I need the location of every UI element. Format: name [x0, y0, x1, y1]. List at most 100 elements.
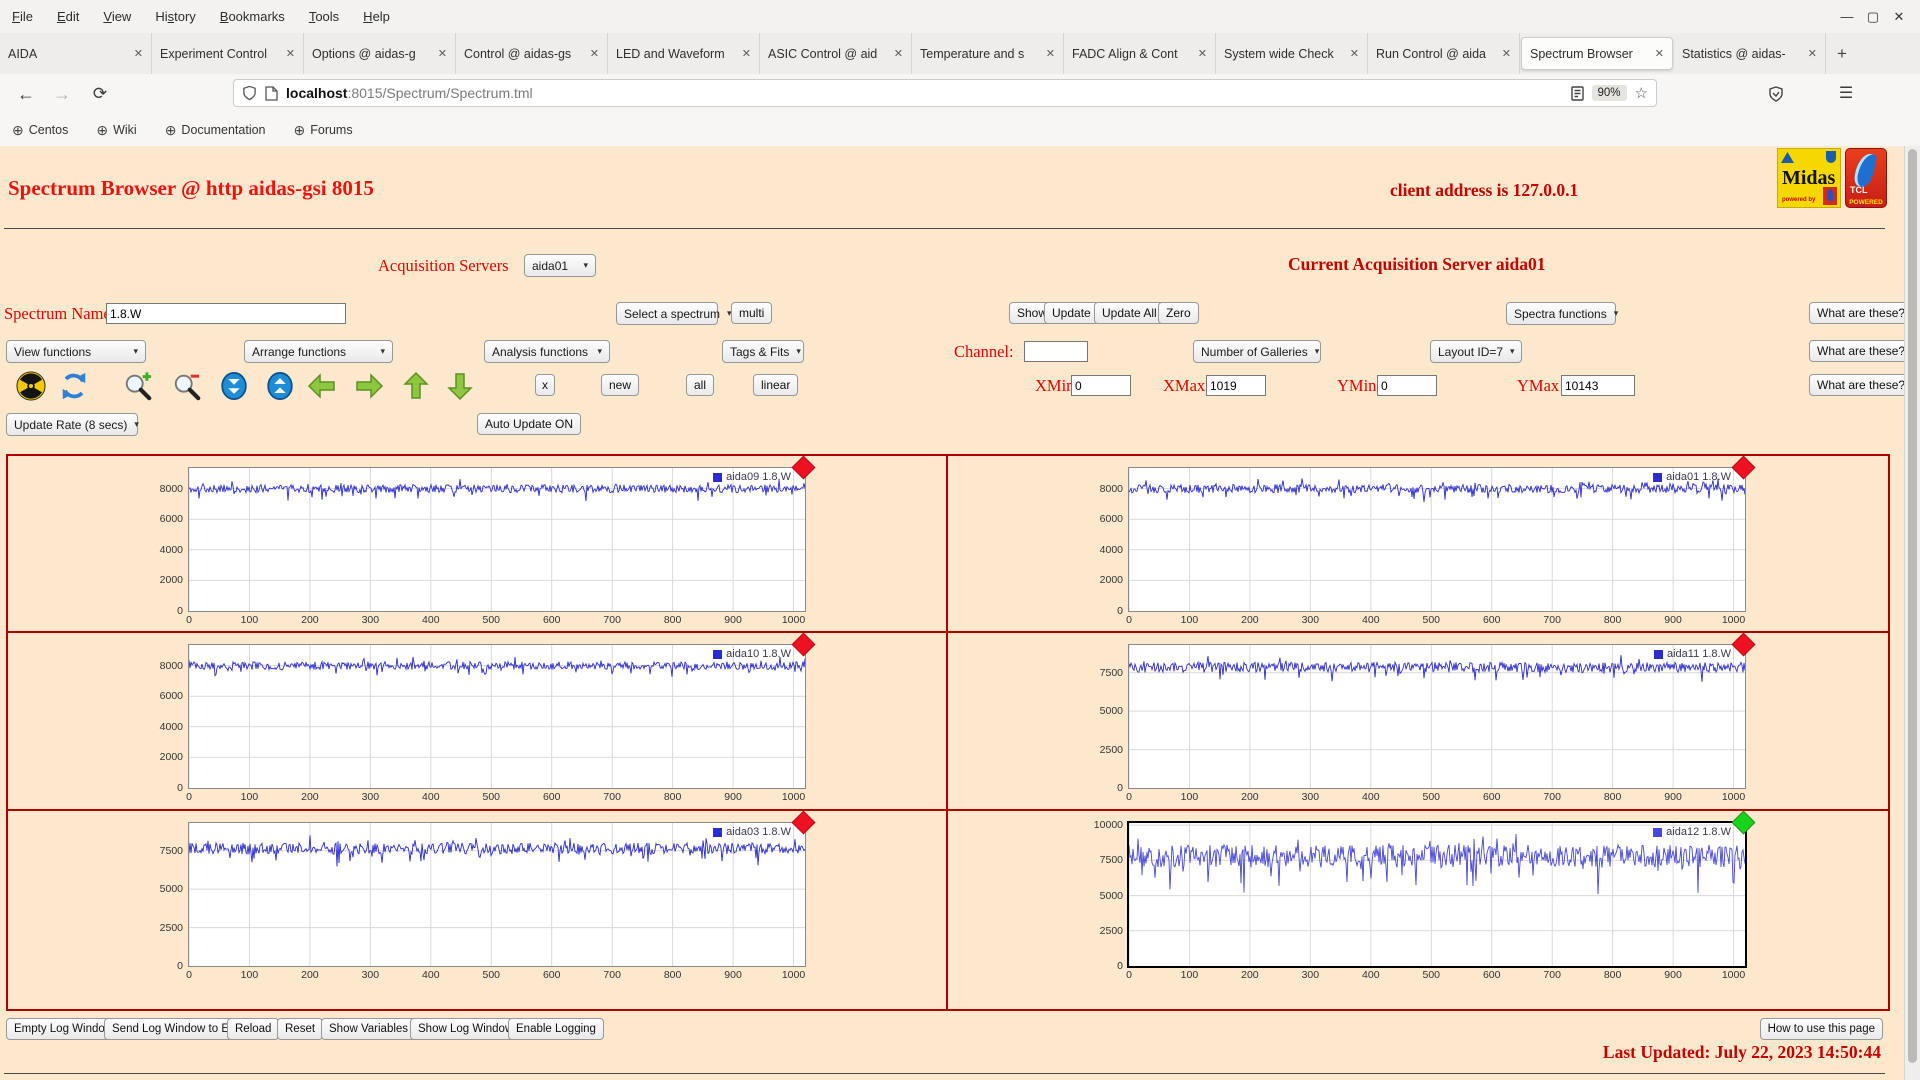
- tab-run-control-aida[interactable]: Run Control @ aida ✕: [1368, 33, 1520, 74]
- tab-spectrum-browser[interactable]: Spectrum Browser ✕: [1521, 37, 1673, 70]
- forward-button[interactable]: →: [48, 74, 76, 114]
- zero-button[interactable]: Zero: [1158, 302, 1199, 324]
- menu-bookmarks[interactable]: Bookmarks: [208, 0, 297, 33]
- ymin-input[interactable]: [1377, 375, 1437, 396]
- tab-close-icon[interactable]: ✕: [1655, 47, 1664, 60]
- what-are-these-button-2[interactable]: What are these?: [1809, 340, 1914, 362]
- maximize-window-icon[interactable]: ▢: [1860, 0, 1886, 33]
- menu-help[interactable]: Help: [351, 0, 402, 33]
- double-down-icon[interactable]: [218, 370, 250, 402]
- tab-close-icon[interactable]: ✕: [438, 47, 447, 60]
- bookmark-documentation[interactable]: ⊕ Documentation: [165, 122, 266, 139]
- zoom-in-icon[interactable]: [122, 370, 154, 402]
- tab-close-icon[interactable]: ✕: [1046, 47, 1055, 60]
- tab-options-aidas-g[interactable]: Options @ aidas-g ✕: [304, 33, 456, 74]
- spectrum-plot-aida12[interactable]: 0 2500 5000 7500 10000 0 100 200 300 400 500 600 700…: [1094, 810, 1756, 981]
- url-text[interactable]: localhost:8015/Spectrum/Spectrum.tml: [286, 85, 1571, 101]
- tab-control-aidas-gs[interactable]: Control @ aidas-gs ✕: [456, 33, 608, 74]
- midas-logo[interactable]: Midas powered by: [1777, 148, 1841, 208]
- hamburger-menu-icon[interactable]: ☰: [1832, 74, 1860, 114]
- tab-fadc-align-cont[interactable]: FADC Align & Cont ✕: [1064, 33, 1216, 74]
- right-arrow-icon[interactable]: [353, 370, 385, 402]
- tab-asic-control-aid[interactable]: ASIC Control @ aid ✕: [760, 33, 912, 74]
- tab-close-icon[interactable]: ✕: [286, 47, 295, 60]
- what-are-these-button-3[interactable]: What are these?: [1809, 374, 1914, 396]
- scrollbar-thumb[interactable]: [1908, 149, 1917, 1063]
- enable-logging-button[interactable]: Enable Logging: [508, 1018, 604, 1040]
- tcl-powered-logo[interactable]: TCL POWERED: [1845, 148, 1887, 208]
- tags-fits-dropdown[interactable]: Tags & Fits ▾: [722, 340, 804, 363]
- reload-button[interactable]: ⟳: [86, 74, 114, 114]
- bookmark-wiki[interactable]: ⊕ Wiki: [96, 122, 136, 139]
- left-arrow-icon[interactable]: [306, 370, 338, 402]
- menu-tools[interactable]: Tools: [297, 0, 351, 33]
- spectrum-plot-aida10[interactable]: 0 2000 4000 6000 8000 0 100 200 300 400 500 600 700 8…: [160, 632, 816, 803]
- xmin-input[interactable]: [1071, 375, 1131, 396]
- url-bar[interactable]: localhost:8015/Spectrum/Spectrum.tml 90%…: [233, 79, 1657, 107]
- zoom-level-badge[interactable]: 90%: [1591, 85, 1627, 101]
- menu-edit[interactable]: Edit: [45, 0, 91, 33]
- tab-led-and-waveform[interactable]: LED and Waveform ✕: [608, 33, 760, 74]
- spectrum-plot-aida03[interactable]: 0 2500 5000 7500 0 100 200 300 400 500 600 700 800 90…: [160, 810, 816, 981]
- channel-input[interactable]: [1024, 341, 1088, 362]
- tab-close-icon[interactable]: ✕: [1350, 47, 1359, 60]
- shield-icon[interactable]: [242, 85, 257, 101]
- tab-close-icon[interactable]: ✕: [742, 47, 751, 60]
- tab-aida[interactable]: AIDA ✕: [0, 33, 152, 74]
- spectrum-plot-aida11[interactable]: 0 2500 5000 7500 0 100 200 300 400 500 600 700 800 90…: [1100, 632, 1756, 803]
- analysis-functions-dropdown[interactable]: Analysis functions ▾: [484, 340, 610, 363]
- minimize-window-icon[interactable]: —: [1834, 0, 1860, 33]
- page-scrollbar[interactable]: [1904, 146, 1920, 1080]
- back-button[interactable]: ←: [12, 74, 40, 114]
- refresh-icon[interactable]: [58, 370, 90, 402]
- spectrum-plot-aida01[interactable]: 0 2000 4000 6000 8000 0 100 200 300 400 500 600 700 8…: [1100, 455, 1756, 626]
- tab-close-icon[interactable]: ✕: [1808, 47, 1817, 60]
- down-arrow-icon[interactable]: [444, 370, 476, 402]
- spectrum-plot-aida09[interactable]: 0 2000 4000 6000 8000 0 100 200 300 400 500 600 700 8…: [160, 455, 816, 626]
- how-to-use-button[interactable]: How to use this page: [1759, 1018, 1883, 1040]
- what-are-these-button-1[interactable]: What are these?: [1809, 302, 1914, 324]
- tab-close-icon[interactable]: ✕: [1502, 47, 1511, 60]
- up-arrow-icon[interactable]: [400, 370, 432, 402]
- spectrum-name-input[interactable]: [106, 303, 346, 324]
- pocket-shield-icon[interactable]: [1762, 74, 1790, 114]
- update-rate-dropdown[interactable]: Update Rate (8 secs) ▾: [6, 413, 139, 436]
- page-icon[interactable]: [265, 85, 278, 101]
- tab-temperature-and-s[interactable]: Temperature and s ✕: [912, 33, 1064, 74]
- update-button[interactable]: Update: [1044, 302, 1099, 324]
- radiation-icon[interactable]: [15, 370, 47, 402]
- tab-close-icon[interactable]: ✕: [590, 47, 599, 60]
- tab-close-icon[interactable]: ✕: [1198, 47, 1207, 60]
- bookmark-star-icon[interactable]: ☆: [1635, 84, 1648, 102]
- show-variables-button[interactable]: Show Variables: [321, 1018, 417, 1040]
- tab-experiment-control[interactable]: Experiment Control ✕: [152, 33, 304, 74]
- multi-button[interactable]: multi: [731, 302, 773, 324]
- show-log-window-button[interactable]: Show Log Window: [410, 1018, 522, 1040]
- layout-id-dropdown[interactable]: Layout ID=7 ▾: [1430, 340, 1522, 363]
- arrange-functions-dropdown[interactable]: Arrange functions ▾: [244, 340, 393, 363]
- acquisition-server-select[interactable]: aida01 ▾: [524, 254, 596, 277]
- bookmark-forums[interactable]: ⊕ Forums: [294, 122, 353, 139]
- ymax-input[interactable]: [1561, 375, 1635, 396]
- auto-update-button[interactable]: Auto Update ON: [477, 413, 582, 435]
- all-button[interactable]: all: [686, 374, 715, 396]
- linear-button[interactable]: linear: [753, 374, 799, 396]
- update-all-button[interactable]: Update All: [1094, 302, 1165, 324]
- zoom-out-icon[interactable]: [171, 370, 203, 402]
- tab-close-icon[interactable]: ✕: [894, 47, 903, 60]
- reload-button[interactable]: Reload: [227, 1018, 280, 1040]
- new-button[interactable]: new: [601, 374, 640, 396]
- close-window-icon[interactable]: ✕: [1886, 0, 1912, 33]
- reset-button[interactable]: Reset: [277, 1018, 324, 1040]
- menu-view[interactable]: View: [91, 0, 143, 33]
- reader-mode-icon[interactable]: [1570, 85, 1584, 101]
- select-spectrum-dropdown[interactable]: Select a spectrum ▾: [616, 302, 732, 325]
- menu-file[interactable]: File: [0, 0, 45, 33]
- view-functions-dropdown[interactable]: View functions ▾: [6, 340, 146, 363]
- double-up-icon[interactable]: [264, 370, 296, 402]
- spectra-functions-dropdown[interactable]: Spectra functions ▾: [1506, 302, 1618, 325]
- tab-system-wide-check[interactable]: System wide Check ✕: [1216, 33, 1368, 74]
- bookmark-centos[interactable]: ⊕ Centos: [12, 122, 68, 139]
- x-projection-button[interactable]: x: [535, 374, 555, 396]
- tab-close-icon[interactable]: ✕: [134, 47, 143, 60]
